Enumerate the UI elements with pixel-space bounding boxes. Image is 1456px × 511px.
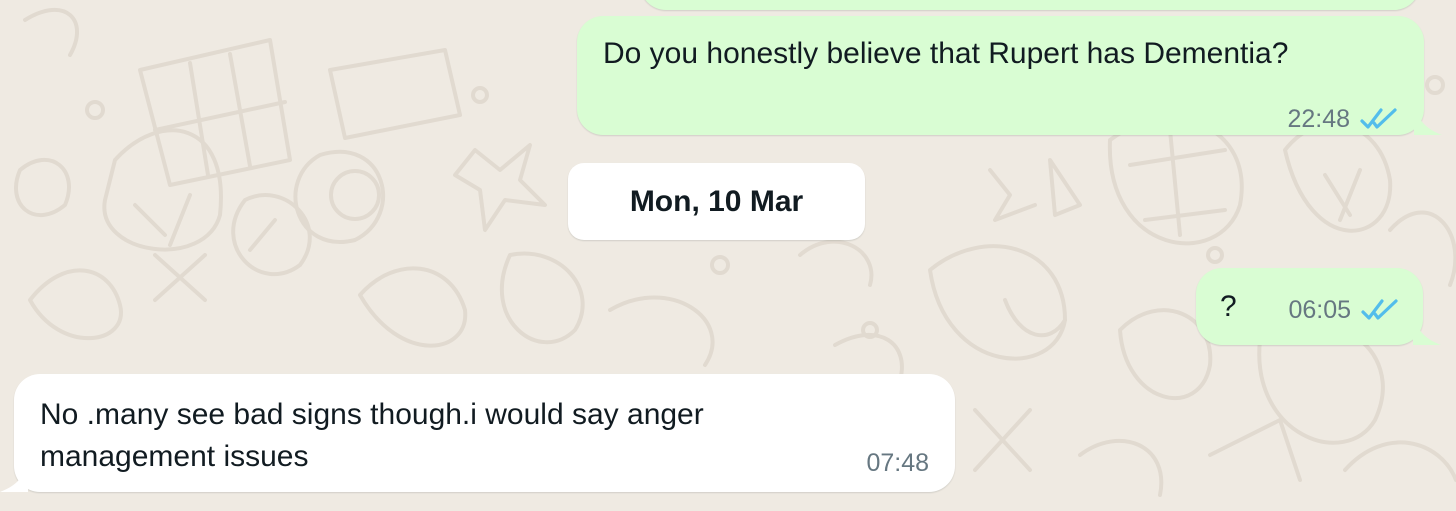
double-check-icon [1360, 108, 1397, 129]
outgoing-message-bubble[interactable]: Do you honestly believe that Rupert has … [577, 16, 1442, 135]
message-meta: 22:48 [1287, 105, 1398, 133]
date-separator-chip: Mon, 10 Mar [568, 163, 865, 240]
message-time: 06:05 [1288, 296, 1351, 324]
message-time: 07:48 [866, 449, 929, 477]
message-text: ? [1220, 290, 1237, 323]
bubble-tail [1413, 315, 1441, 345]
message-time: 22:48 [1287, 105, 1350, 133]
message-text: Do you honestly believe that Rupert has … [603, 37, 1289, 70]
message-meta: 07:48 [866, 449, 929, 477]
previous-message-partial [640, 0, 1420, 10]
message-meta: 06:05 [1288, 296, 1399, 324]
bubble-tail [0, 462, 28, 492]
outgoing-message-bubble[interactable]: ? 06:05 [1196, 268, 1441, 345]
double-check-icon [1361, 299, 1398, 320]
chat-area[interactable]: Do you honestly believe that Rupert has … [0, 0, 1456, 511]
incoming-message-bubble[interactable]: No .many see bad signs though.i would sa… [0, 374, 955, 492]
message-text: No .many see bad signs though.i would sa… [40, 398, 704, 473]
bubble-tail [1414, 105, 1442, 135]
